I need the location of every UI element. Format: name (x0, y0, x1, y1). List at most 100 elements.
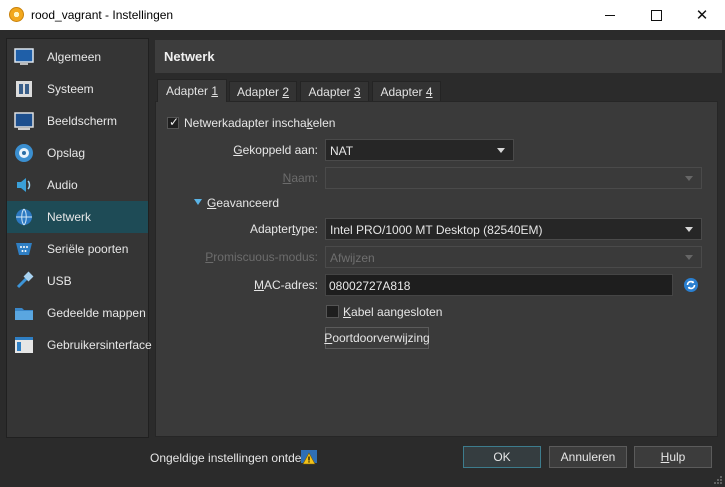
page-title: Netwerk (164, 49, 215, 64)
label-mnemonic: G (207, 196, 217, 210)
usb-icon (16, 271, 34, 289)
label-text: elen (312, 116, 336, 130)
resize-grip-icon[interactable] (713, 475, 723, 485)
enable-adapter-checkbox[interactable] (167, 115, 179, 129)
button-mnemonic: P (324, 331, 333, 345)
sidebar-item-label: Beeldscherm (47, 114, 118, 128)
sidebar-item-gebruikersinterface[interactable]: Gebruikersinterface (7, 329, 152, 361)
folder-icon (15, 308, 33, 320)
sidebar-item-usb[interactable]: USB (7, 265, 148, 297)
label-text: ekoppeld aan: (242, 143, 318, 157)
attached-to-value: NAT (330, 144, 354, 158)
name-label: Naam: (200, 171, 318, 185)
sidebar-item-label: Gedeelde mappen (47, 306, 146, 320)
ui-icon (15, 337, 33, 353)
window-title: rood_vagrant - Instellingen (31, 8, 174, 22)
monitor-icon (14, 48, 34, 65)
status-text: Ongeldige instellingen ontdekt (150, 451, 311, 465)
adapter-type-select[interactable]: Intel PRO/1000 MT Desktop (82540EM) (325, 218, 702, 240)
attached-to-select[interactable]: NAT (325, 139, 514, 161)
minimize-icon (605, 14, 615, 16)
tab-adapter-3[interactable]: Adapter 3 (300, 81, 369, 101)
sidebar-item-seriele-poorten[interactable]: Seriële poorten (7, 233, 148, 265)
chevron-down-icon (685, 176, 693, 181)
enable-adapter-label[interactable]: Netwerkadapter inschakelen (184, 116, 335, 130)
label-mnemonic: K (343, 305, 352, 319)
expand-triangle-icon[interactable] (194, 199, 202, 205)
sidebar-item-label: USB (47, 274, 72, 288)
name-select[interactable] (325, 167, 702, 189)
close-icon: ✕ (695, 7, 709, 24)
tab-label-mnemonic: 4 (425, 84, 433, 99)
tab-adapter-1[interactable]: Adapter 1 (157, 79, 227, 102)
sidebar-item-label: Opslag (47, 146, 86, 160)
ok-button[interactable]: OK (463, 446, 541, 468)
port-forwarding-button[interactable]: Poortdoorverwijzing (324, 327, 430, 349)
sidebar-item-netwerk[interactable]: Netwerk (7, 201, 148, 233)
label-text: eavanceerd (216, 196, 280, 210)
adapter-type-value: Intel PRO/1000 MT Desktop (82540EM) (330, 223, 543, 237)
button-label: ulp (669, 450, 686, 464)
warning-icon[interactable] (300, 448, 318, 466)
promiscuous-select[interactable]: Afwijzen (325, 246, 702, 268)
sidebar-item-label: Gebruikersinterface (47, 338, 152, 352)
display-icon (14, 112, 34, 130)
close-button[interactable]: ✕ (679, 0, 725, 30)
advanced-toggle[interactable]: Geavanceerd (207, 196, 279, 210)
sidebar-item-label: Algemeen (47, 50, 102, 64)
chevron-down-icon (497, 148, 505, 153)
sidebar-item-label: Netwerk (47, 210, 92, 224)
chevron-down-icon (685, 227, 693, 232)
promiscuous-value: Afwijzen (330, 251, 375, 265)
tab-adapter-4[interactable]: Adapter 4 (372, 81, 441, 101)
label-text: abel aangesloten (351, 305, 443, 319)
tab-label: Adapter (380, 84, 423, 99)
tab-label-mnemonic: 2 (282, 84, 290, 99)
cable-connected-checkbox[interactable] (326, 305, 339, 318)
tab-label-mnemonic: 3 (353, 84, 361, 99)
mac-address-value: 08002727A818 (329, 279, 411, 293)
sidebar-item-label: Seriële poorten (47, 242, 129, 256)
label-mnemonic: N (282, 171, 292, 185)
cable-connected-label[interactable]: Kabel aangesloten (343, 305, 442, 319)
sidebar-item-gedeelde-mappen[interactable]: Gedeelde mappen (7, 297, 148, 329)
tab-adapter-2[interactable]: Adapter 2 (229, 81, 297, 101)
help-button[interactable]: Hulp (634, 446, 712, 468)
minimize-button[interactable] (587, 0, 633, 30)
button-mnemonic: H (660, 450, 670, 464)
disk-icon (15, 144, 33, 162)
label-text: aam: (291, 171, 318, 185)
maximize-button[interactable] (633, 0, 679, 30)
mac-address-input[interactable]: 08002727A818 (325, 274, 673, 296)
refresh-mac-icon[interactable] (683, 277, 699, 293)
label-text: Adapter (249, 222, 292, 236)
label-text: romiscuous-modus: (213, 250, 318, 264)
label-mnemonic: G (233, 143, 243, 157)
mac-address-label: MAC-adres: (200, 278, 318, 292)
button-label: OK (493, 450, 511, 464)
sidebar-item-opslag[interactable]: Opslag (7, 137, 148, 169)
network-icon (16, 208, 32, 226)
sidebar-item-audio[interactable]: Audio (7, 169, 148, 201)
label-mnemonic: M (253, 278, 264, 292)
sidebar-item-beeldscherm[interactable]: Beeldscherm (7, 105, 148, 137)
label-text: ype: (295, 222, 318, 236)
sidebar-item-systeem[interactable]: Systeem (7, 73, 148, 105)
tab-label: Adapter (236, 84, 279, 99)
tab-label: Adapter (308, 84, 351, 99)
sidebar-item-label: Systeem (47, 82, 94, 96)
label-text: AC-adres: (263, 278, 318, 292)
sidebar-item-algemeen[interactable]: Algemeen (7, 41, 148, 73)
button-label: oortdoorverwijzing (332, 331, 430, 345)
tab-label-mnemonic: 1 (211, 84, 219, 98)
chevron-down-icon (685, 255, 693, 260)
settings-sidebar: Algemeen Systeem Beeldscherm Opslag Audi… (6, 38, 152, 438)
cancel-button[interactable]: Annuleren (549, 446, 627, 468)
sidebar-item-label: Audio (47, 178, 78, 192)
status-message: Ongeldige instellingen ontdekt (150, 451, 311, 465)
adapter-type-label: Adaptertype: (200, 222, 318, 236)
title-bar: rood_vagrant - Instellingen ✕ (0, 0, 725, 30)
chip-icon (16, 81, 32, 97)
button-label: Annuleren (560, 450, 616, 464)
virtualbox-icon (9, 7, 24, 22)
